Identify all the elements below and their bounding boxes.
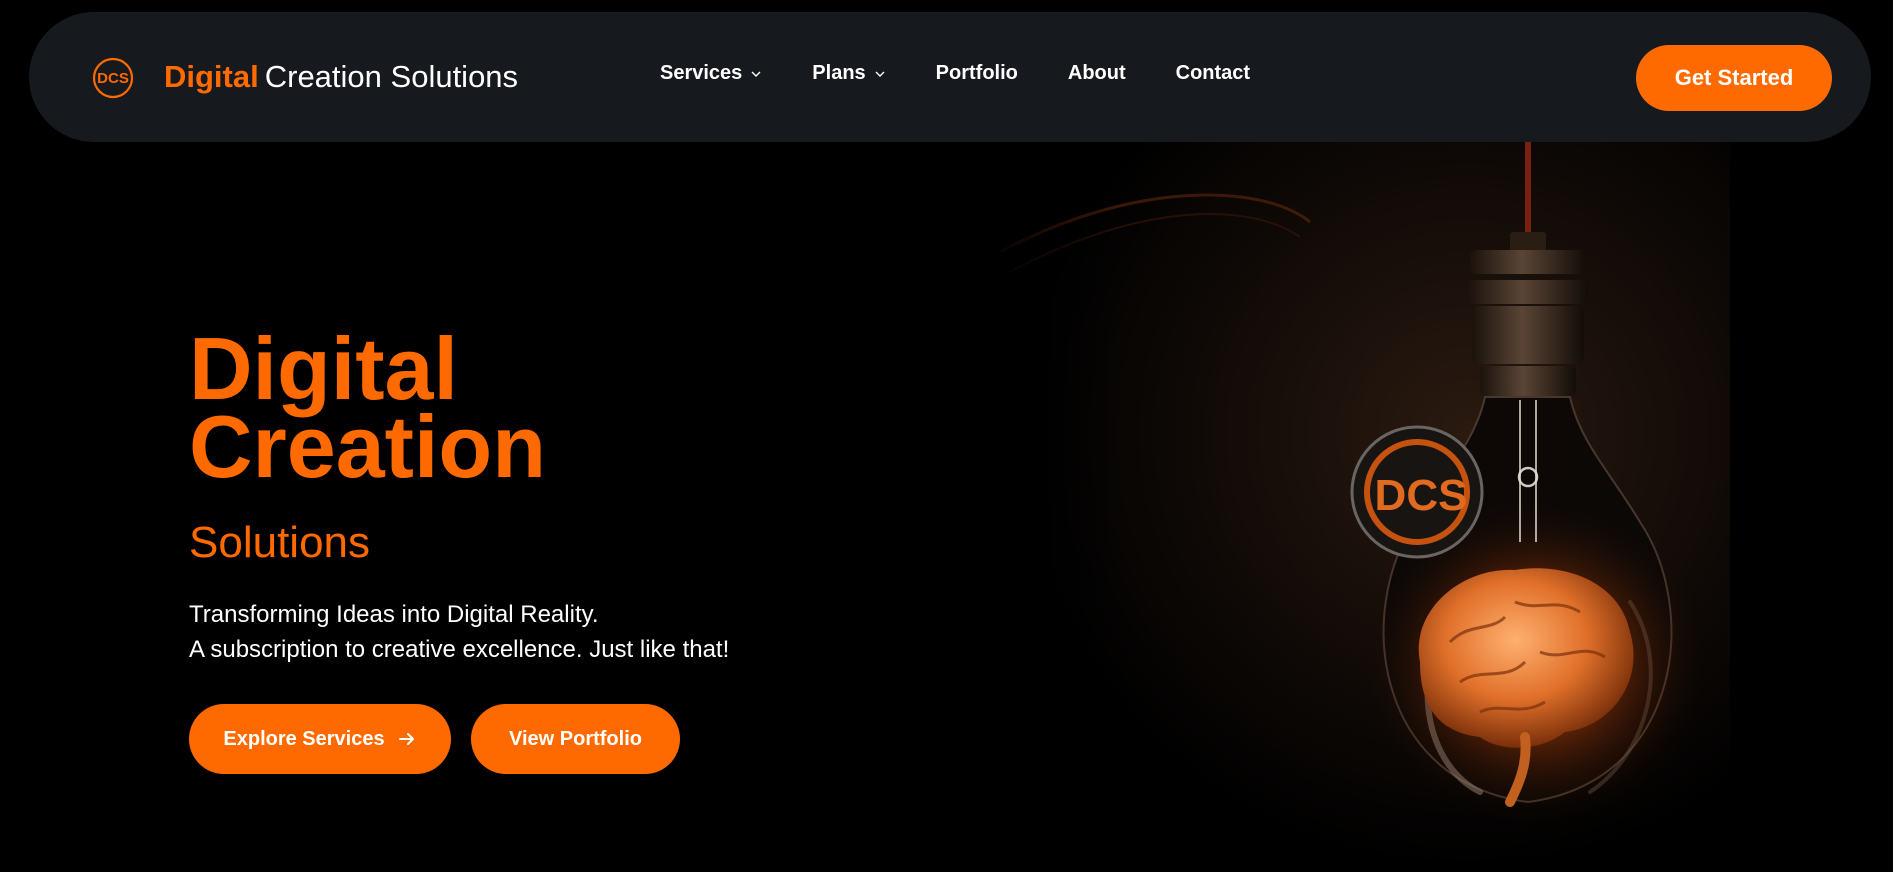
dcs-badge: DCS [1350, 425, 1484, 559]
explore-services-label: Explore Services [223, 727, 385, 750]
nav-links: Services Plans Portfolio About Contact [660, 62, 1300, 85]
nav-item-plans[interactable]: Plans [812, 62, 885, 85]
nav-item-label: Services [660, 62, 743, 84]
lightbulb-brain-illustration: DCS [980, 142, 1730, 872]
hero-subtitle: Solutions [189, 518, 371, 567]
view-portfolio-button[interactable]: View Portfolio [471, 704, 680, 774]
hero-title: Digital Creation [189, 325, 546, 496]
arrow-right-icon [398, 733, 414, 745]
chevron-down-icon [751, 71, 761, 77]
nav-item-services[interactable]: Services [660, 62, 762, 85]
nav-item-label: About [1067, 62, 1126, 84]
nav-item-label: Contact [1175, 62, 1251, 84]
get-started-button[interactable]: Get Started [1636, 45, 1832, 111]
brand-rest: Creation Solutions [264, 59, 519, 94]
brand-accent: Digital [164, 59, 259, 94]
dcs-logo-icon: DCS [92, 57, 134, 99]
badge-text: DCS [1375, 471, 1468, 520]
nav-item-label: Plans [812, 62, 866, 84]
logo-text: DCS [97, 70, 129, 87]
explore-services-button[interactable]: Explore Services [189, 704, 451, 774]
nav-item-contact[interactable]: Contact [1176, 62, 1250, 85]
hero-desc-line2: A subscription to creative excellence. J… [189, 636, 730, 663]
nav-item-portfolio[interactable]: Portfolio [936, 62, 1018, 85]
hero-desc-line1: Transforming Ideas into Digital Reality. [189, 601, 599, 628]
logo[interactable]: DCS [89, 54, 137, 102]
hero-description: Transforming Ideas into Digital Reality.… [189, 597, 729, 667]
navbar: DCS Digital Creation Solutions Services P… [29, 12, 1871, 142]
view-portfolio-label: View Portfolio [509, 727, 642, 750]
brand-name[interactable]: Digital Creation Solutions [164, 59, 518, 95]
nav-item-label: Portfolio [935, 62, 1018, 84]
hero-title-line2: Creation [189, 397, 546, 496]
nav-item-about[interactable]: About [1068, 62, 1126, 85]
chevron-down-icon [875, 71, 885, 77]
